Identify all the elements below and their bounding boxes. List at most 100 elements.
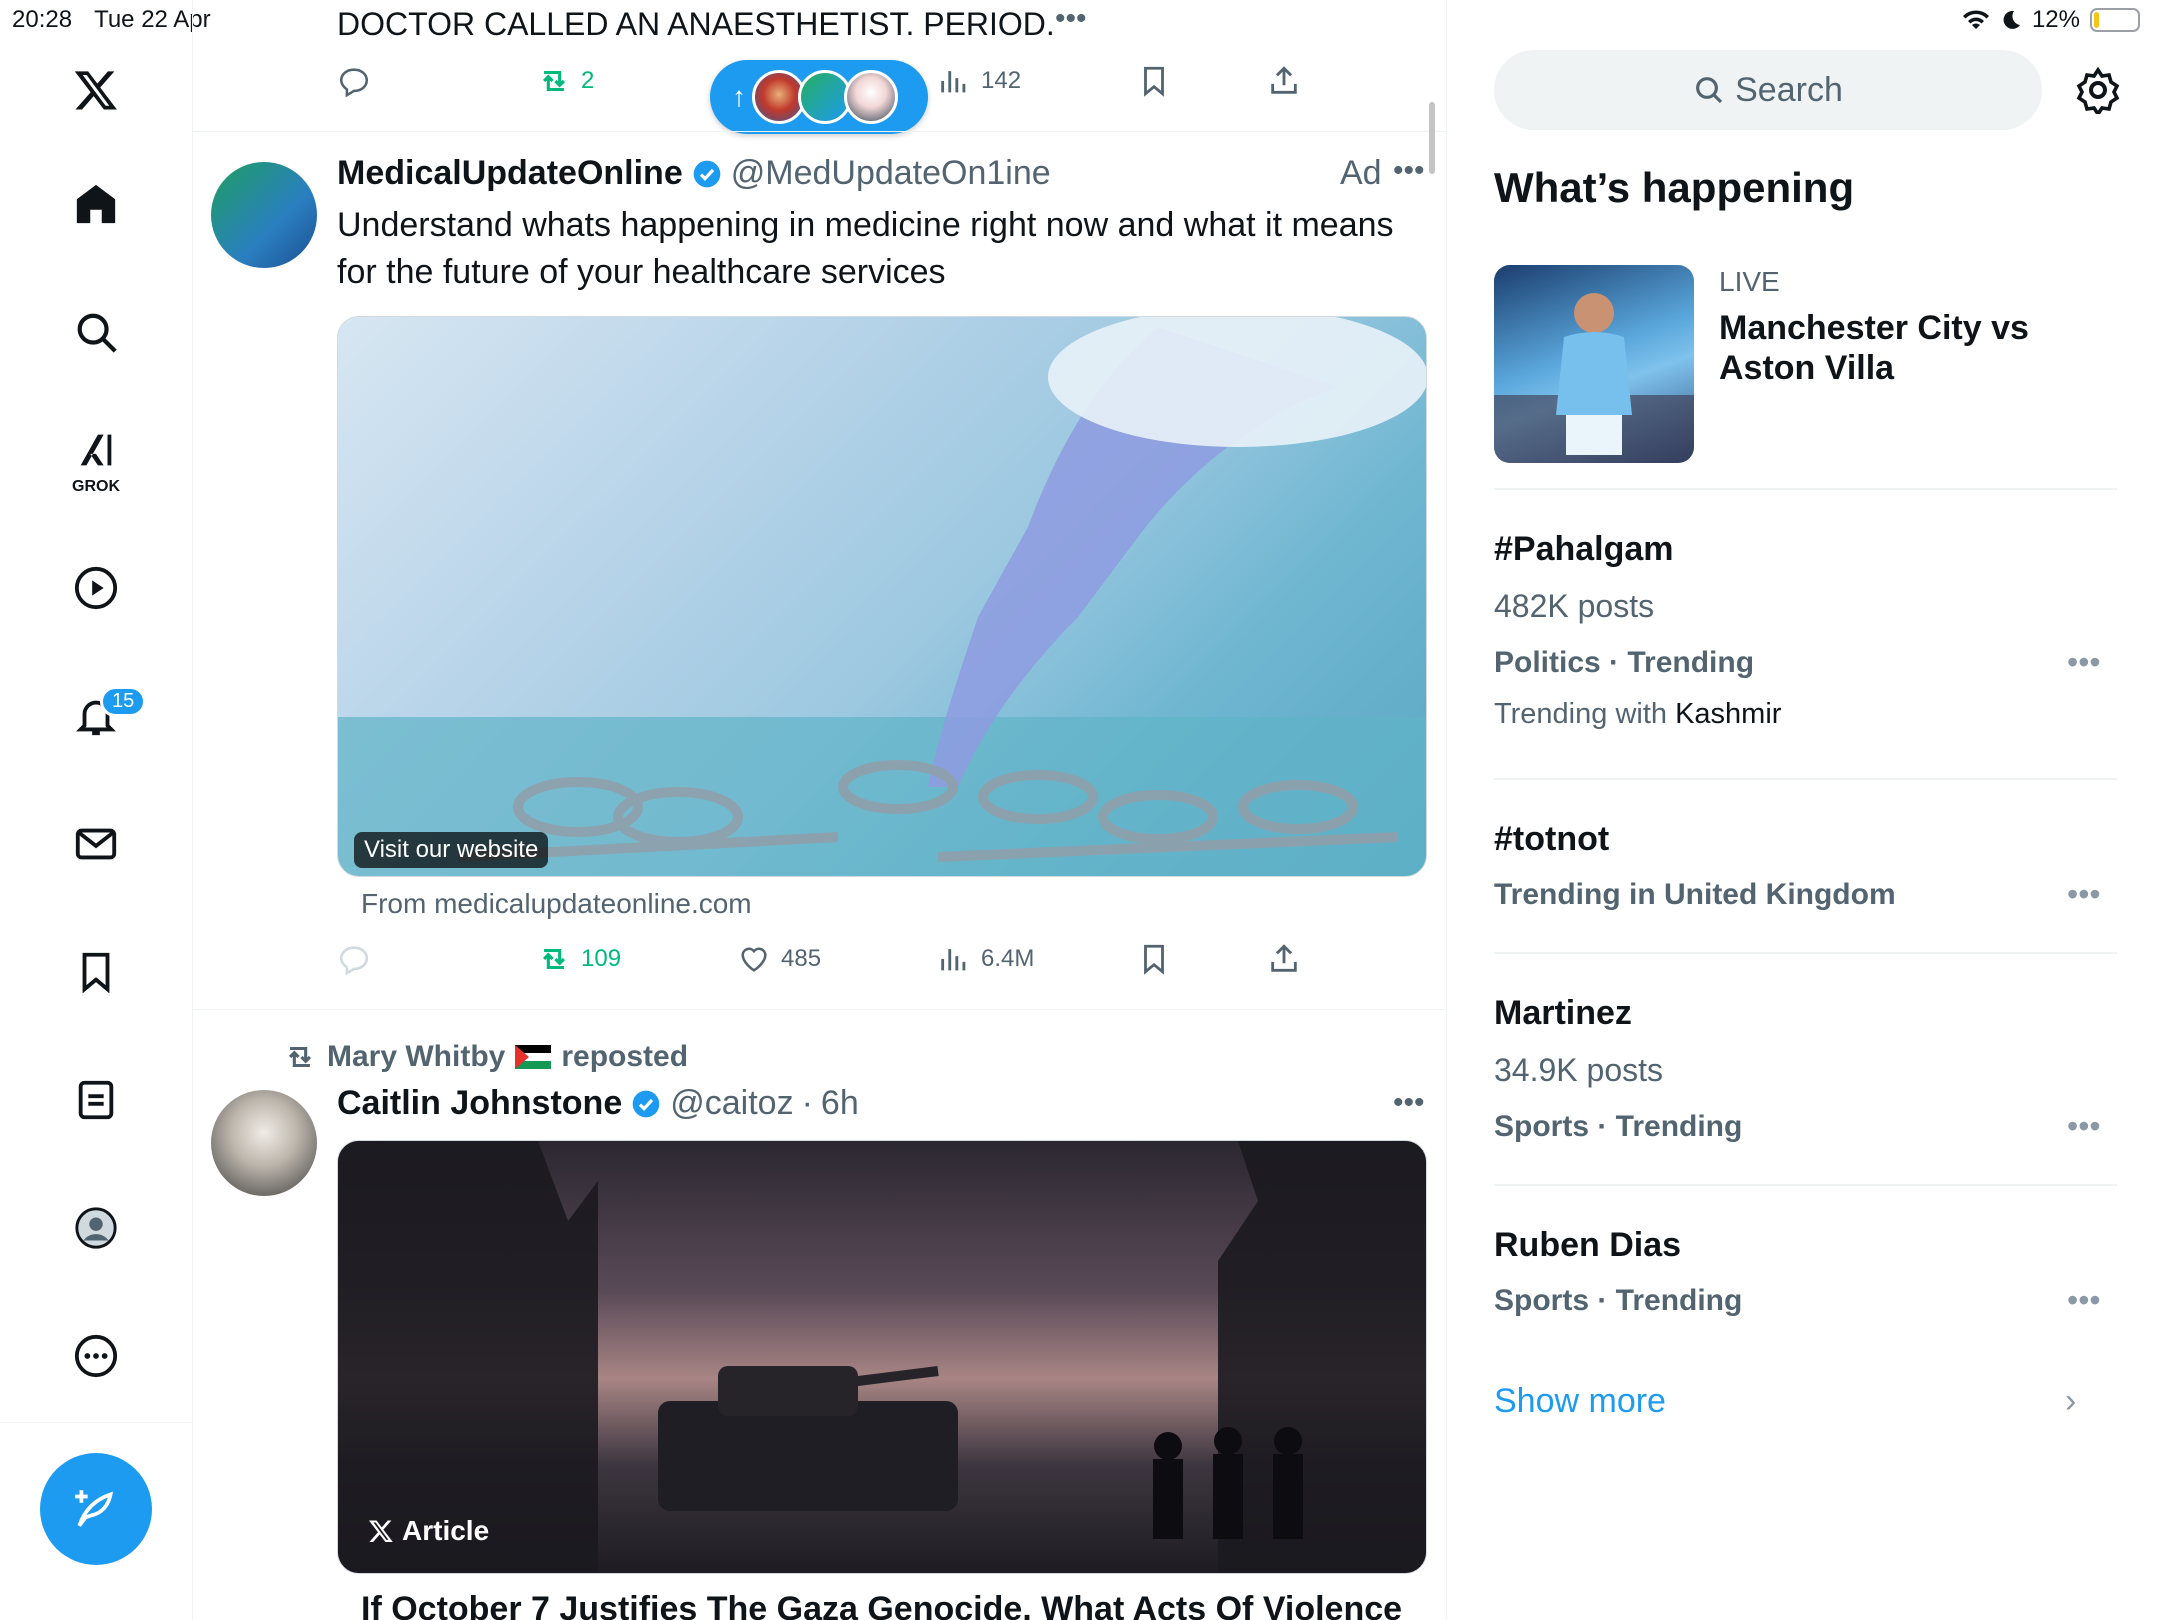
- views-button[interactable]: 142: [937, 64, 1021, 98]
- article-label-text: Article: [402, 1515, 490, 1546]
- trend-category: Politics · Trending: [1494, 646, 1755, 679]
- new-posts-pill[interactable]: ↑: [710, 60, 928, 134]
- article-title[interactable]: If October 7 Justifies The Gaza Genocide…: [361, 1590, 1402, 1620]
- ad-author-handle[interactable]: @MedUpdateOn1ine: [731, 154, 1051, 193]
- verified-badge-icon: [693, 160, 721, 187]
- previous-post-text: DOCTOR CALLED AN ANAESTHETIST. PERIOD.: [337, 6, 1055, 42]
- trend-name[interactable]: #totnot: [1494, 820, 1609, 859]
- live-event-title[interactable]: Manchester City vs Aston Villa: [1719, 308, 2079, 388]
- ad-repost-count: 109: [581, 945, 622, 972]
- ad-more-icon[interactable]: •••: [1393, 154, 1425, 188]
- repost-icon: [542, 948, 566, 970]
- more-options-icon[interactable]: [70, 1330, 122, 1382]
- compose-post-button[interactable]: [40, 1453, 152, 1565]
- ad-reply-button[interactable]: [337, 942, 371, 976]
- repost-count: 2: [581, 67, 595, 94]
- ad-views-button[interactable]: 6.4M: [937, 942, 1034, 976]
- ad-like-count: 485: [781, 945, 822, 972]
- whats-happening-title: What’s happening: [1494, 164, 1855, 211]
- reposter-name[interactable]: Mary Whitby: [327, 1040, 505, 1074]
- visit-website-label[interactable]: Visit our website: [354, 832, 549, 868]
- left-navigation: GROK 15: [0, 0, 193, 1620]
- feed-scrollbar[interactable]: [1429, 102, 1435, 174]
- views-chart-icon: [941, 949, 966, 971]
- trend-more-icon[interactable]: •••: [2067, 876, 2101, 913]
- video-play-icon[interactable]: [70, 562, 122, 614]
- footballer-illustration: [1494, 293, 1694, 463]
- article-badge: Article: [368, 1515, 489, 1547]
- trend-more-icon[interactable]: •••: [2067, 644, 2101, 681]
- search-placeholder: Search: [1735, 70, 1843, 109]
- bookmark-icon: [1144, 66, 1164, 97]
- profile-avatar-icon[interactable]: [70, 1202, 122, 1254]
- share-button[interactable]: [1267, 64, 1301, 98]
- live-event-thumbnail[interactable]: [1494, 265, 1694, 463]
- reply-icon: [339, 68, 369, 98]
- main-feed: DOCTOR CALLED AN ANAESTHETIST. PERIOD. •…: [193, 0, 1447, 1620]
- second-author-name[interactable]: Caitlin Johnstone: [337, 1084, 622, 1123]
- heart-icon: [741, 947, 767, 972]
- trend-name[interactable]: Martinez: [1494, 994, 1632, 1033]
- article-cover-image[interactable]: Article: [337, 1140, 1427, 1574]
- ad-share-button[interactable]: [1267, 942, 1301, 976]
- trend-post-count: 34.9K posts: [1494, 1052, 1663, 1088]
- ad-like-button[interactable]: 485: [737, 942, 821, 976]
- live-label: LIVE: [1719, 266, 1780, 297]
- ad-source-link[interactable]: From medicalupdateonline.com: [361, 888, 752, 920]
- palestine-flag-icon: [515, 1045, 552, 1069]
- trend-post-count: 482K posts: [1494, 588, 1655, 624]
- lists-document-icon[interactable]: [70, 1074, 122, 1126]
- share-upload-icon: [1271, 944, 1297, 972]
- messages-envelope-icon[interactable]: [70, 818, 122, 870]
- ad-media-image[interactable]: Visit our website: [337, 316, 1427, 877]
- x-logo-small-icon: [368, 1520, 393, 1543]
- views-chart-icon: [941, 71, 966, 93]
- chevron-right-icon[interactable]: ›: [2065, 1382, 2076, 1421]
- previous-post-more-icon[interactable]: •••: [1055, 2, 1087, 36]
- compose-feather-icon: [75, 1490, 114, 1527]
- settings-gear-icon[interactable]: [2074, 66, 2122, 114]
- explore-search-icon[interactable]: [70, 306, 122, 358]
- home-icon[interactable]: [70, 178, 122, 230]
- show-more-link[interactable]: Show more: [1494, 1382, 1666, 1421]
- trend-category: Sports · Trending: [1494, 1110, 1743, 1143]
- trend-divider: [1494, 778, 2117, 780]
- arrow-up-icon: ↑: [732, 81, 746, 112]
- share-upload-icon: [1271, 66, 1297, 94]
- medicalupdateonline-avatar[interactable]: [211, 162, 317, 268]
- repost-small-icon: [288, 1046, 312, 1068]
- ad-bookmark-button[interactable]: [1137, 942, 1171, 976]
- reposted-label: reposted: [561, 1040, 689, 1073]
- search-icon: [1696, 77, 1723, 104]
- caitlin-johnstone-avatar[interactable]: [211, 1090, 317, 1196]
- verified-badge-icon: [632, 1090, 660, 1117]
- trend-more-icon[interactable]: •••: [2067, 1282, 2101, 1319]
- views-count: 142: [981, 67, 1022, 94]
- ad-repost-button[interactable]: 109: [537, 942, 621, 976]
- reply-button[interactable]: [337, 64, 371, 98]
- trend-more-icon[interactable]: •••: [2067, 1108, 2101, 1145]
- trend-related-term[interactable]: Kashmir: [1675, 698, 1781, 730]
- second-post-header: Caitlin Johnstone @caitoz · 6h: [337, 1084, 859, 1123]
- x-logo-icon[interactable]: [70, 64, 122, 116]
- notifications-badge: 15: [100, 686, 147, 717]
- bookmark-button[interactable]: [1137, 64, 1171, 98]
- repost-button[interactable]: 2: [537, 64, 594, 98]
- trend-name[interactable]: Ruben Dias: [1494, 1226, 1681, 1265]
- second-post-more-icon[interactable]: •••: [1393, 1086, 1425, 1120]
- second-author-handle[interactable]: @caitoz: [670, 1084, 793, 1123]
- bookmark-icon: [1144, 944, 1164, 975]
- grok-label: GROK: [72, 478, 120, 495]
- second-post-time[interactable]: 6h: [821, 1084, 859, 1123]
- bookmarks-icon[interactable]: [70, 946, 122, 998]
- ad-author-name[interactable]: MedicalUpdateOnline: [337, 154, 683, 193]
- trend-divider: [1494, 1184, 2117, 1186]
- search-box[interactable]: Search: [1494, 50, 2042, 130]
- ad-label: Ad: [1340, 154, 1382, 192]
- grok-icon[interactable]: [70, 424, 122, 476]
- repost-icon: [542, 70, 566, 92]
- reply-icon: [339, 946, 369, 976]
- trend-related-prefix: Trending with: [1494, 698, 1668, 730]
- trend-name[interactable]: #Pahalgam: [1494, 530, 1674, 569]
- post-divider: [193, 131, 1446, 132]
